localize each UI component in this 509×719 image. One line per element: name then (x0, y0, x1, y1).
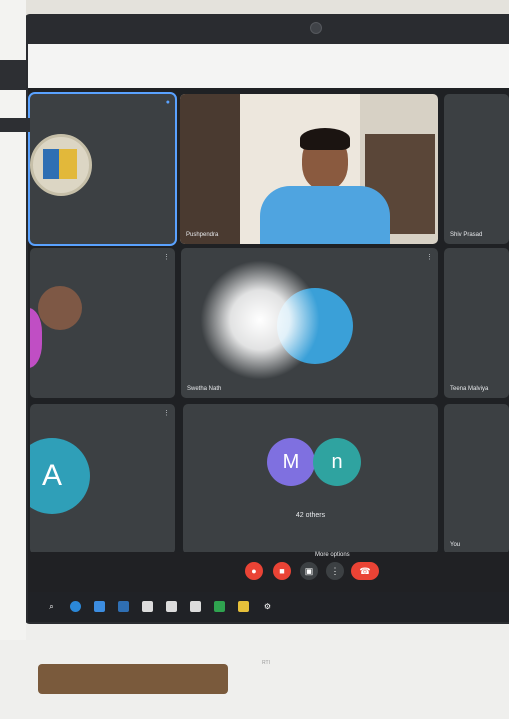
browser-top-area (28, 44, 509, 88)
participant-name: Pushpendra (186, 232, 219, 238)
room-door (180, 94, 240, 244)
mic-off-icon: ⋮ (426, 254, 433, 261)
participant-name: Swetha Nath (187, 386, 222, 392)
app-icon[interactable] (166, 601, 177, 612)
end-call-button[interactable]: ☎ (351, 562, 379, 580)
mail-icon[interactable] (94, 601, 105, 612)
camera-glare (200, 260, 320, 380)
tile-shiv[interactable]: Shiv Prasad (444, 94, 509, 244)
app-icon[interactable] (190, 601, 201, 612)
mic-toggle-button[interactable]: ● (245, 562, 263, 580)
app-icon[interactable] (142, 601, 153, 612)
settings-icon[interactable]: ⚙ (262, 601, 273, 612)
camera-toggle-button[interactable]: ■ (273, 562, 291, 580)
mic-off-icon: ● (251, 566, 257, 576)
participant-avatar-n: n (313, 438, 361, 486)
tile-self[interactable]: You (444, 404, 509, 554)
store-icon[interactable] (118, 601, 129, 612)
present-button[interactable]: ▣ (300, 562, 318, 580)
paper-left-edge (0, 0, 26, 640)
more-options-button[interactable]: ⋮ (326, 562, 344, 580)
participant-photo-avatar (38, 286, 82, 330)
others-count: 42 others (295, 512, 326, 519)
participant-name: You (450, 542, 461, 548)
tile-logo[interactable]: ● (28, 92, 177, 246)
windows-taskbar: ⌕ ⚙ (28, 592, 509, 622)
tile-a[interactable]: A ⋮ (30, 404, 175, 554)
more-options-tooltip: More options (315, 552, 350, 558)
phone-hangup-icon: ☎ (359, 565, 371, 576)
blue-status-icon: ● (165, 99, 170, 106)
tile-others[interactable]: M n 42 others (183, 404, 438, 554)
paper-dark-mark (0, 60, 26, 90)
person-shirt (260, 186, 390, 244)
chrome-icon[interactable] (214, 601, 225, 612)
tile-presenter[interactable]: Pushpendra (180, 94, 438, 244)
edge-browser-icon[interactable] (70, 601, 81, 612)
present-screen-icon: ▣ (304, 565, 314, 576)
organization-logo-icon (30, 134, 92, 196)
camera-off-icon: ■ (279, 566, 285, 576)
search-icon[interactable]: ⌕ (46, 601, 57, 612)
paper-caption: RTI (262, 660, 270, 666)
participant-name: Shiv Prasad (450, 232, 483, 238)
tile-teena[interactable]: Teena Malviya (444, 248, 509, 398)
participant-avatar-m: M (267, 438, 315, 486)
webcam-icon (310, 22, 322, 34)
paper-dark-mark (0, 118, 30, 132)
desk-surface (38, 664, 228, 694)
meeting-controls: More options ● ■ ▣ ⋮ ☎ (28, 552, 509, 592)
participant-name: Teena Malviya (450, 386, 489, 392)
mic-off-icon: ⋮ (163, 254, 170, 261)
more-options-icon: ⋮ (330, 565, 340, 576)
tile-photo[interactable]: ⋮ (30, 248, 175, 398)
folder-icon[interactable] (238, 601, 249, 612)
mic-off-icon: ⋮ (163, 410, 170, 417)
person-hair (300, 128, 350, 150)
participant-avatar-a: A (30, 438, 90, 514)
